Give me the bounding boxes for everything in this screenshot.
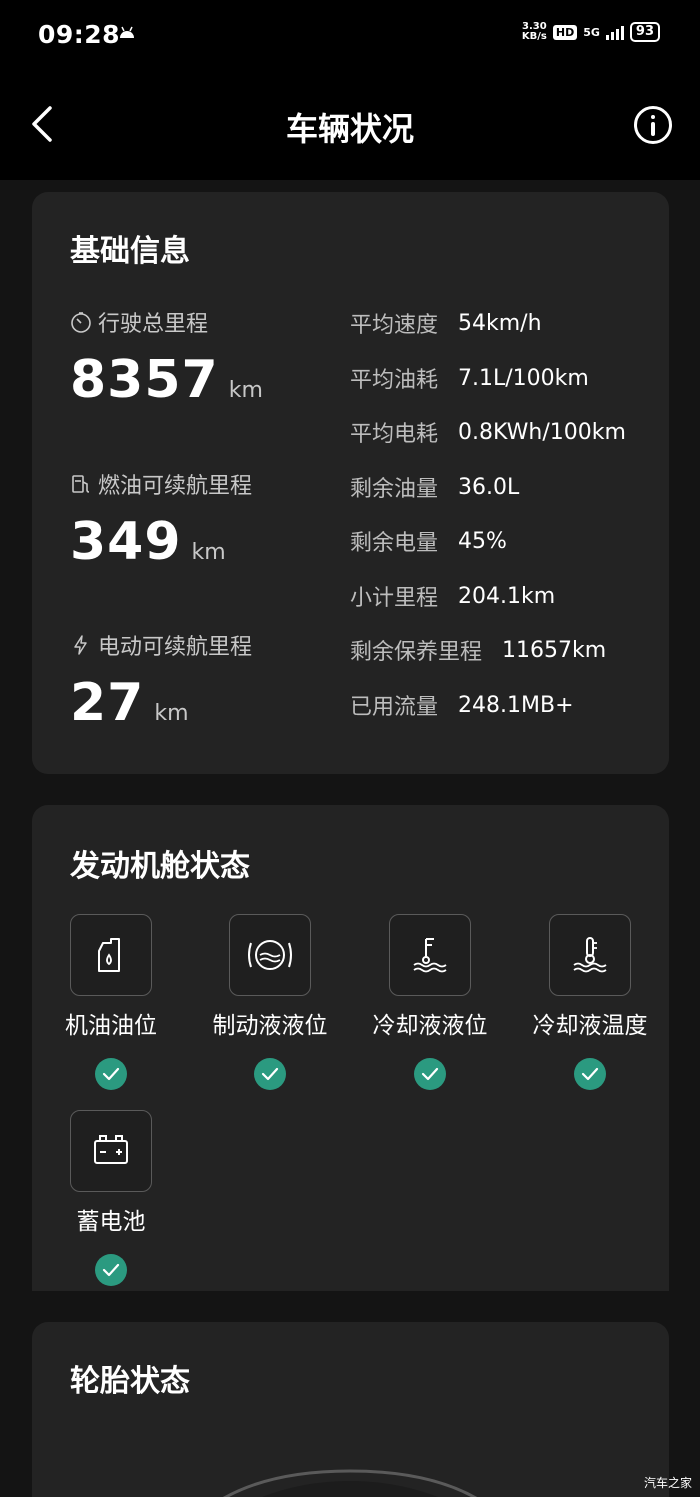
check-icon	[95, 1058, 127, 1090]
stat-row-maintenance: 剩余保养里程 11657km	[350, 634, 606, 666]
check-icon	[414, 1058, 446, 1090]
tire-status-card: 轮胎状态	[32, 1322, 669, 1497]
status-bar: 09:28 3.30 KB/s HD 5G 93	[0, 0, 700, 72]
stat-row-avg-speed: 平均速度 54km/h	[350, 307, 542, 339]
stat-label: 平均电耗	[350, 422, 439, 447]
engine-item-label: 机油油位	[65, 1013, 157, 1039]
stat-row-fuel-remaining: 剩余油量 36.0L	[350, 471, 519, 503]
total-mileage-number: 8357	[70, 350, 219, 410]
stat-row-avg-power: 平均电耗 0.8KWh/100km	[350, 416, 626, 448]
stat-row-avg-fuel: 平均油耗 7.1L/100km	[350, 362, 589, 394]
fuel-range-label: 燃油可续航里程	[70, 468, 252, 500]
battery-indicator: 93	[629, 22, 660, 42]
stat-label: 平均油耗	[350, 368, 439, 393]
fuel-range-value: 349 km	[70, 512, 226, 572]
fuel-range-unit: km	[191, 540, 226, 565]
stat-value: 204.1km	[458, 583, 556, 609]
engine-item-label: 冷却液温度	[532, 1013, 648, 1039]
check-icon	[574, 1058, 606, 1090]
coolant-level-icon	[413, 938, 447, 973]
engine-item-coolant-temp[interactable]: 冷却液温度	[520, 914, 660, 1090]
tire-status-title: 轮胎状态	[70, 1364, 190, 1399]
electric-range-unit: km	[154, 701, 189, 726]
stat-value: 248.1MB+	[458, 692, 574, 718]
stat-row-trip: 小计里程 204.1km	[350, 580, 555, 612]
engine-item-oil[interactable]: 机油油位	[41, 914, 181, 1090]
stat-value: 11657km	[502, 637, 607, 663]
stat-label: 小计里程	[350, 586, 439, 611]
stat-value: 45%	[458, 528, 507, 554]
electric-range-text: 电动可续航里程	[98, 635, 253, 660]
status-right-group: 3.30 KB/s HD 5G 93	[522, 22, 660, 42]
stat-label: 剩余电量	[350, 531, 439, 556]
net-speed-unit: KB/s	[521, 31, 547, 42]
hd-badge: HD	[552, 24, 578, 40]
net-speed: 3.30 KB/s	[522, 22, 547, 42]
engine-item-brake-fluid[interactable]: 制动液液位	[200, 914, 340, 1090]
brake-fluid-icon	[248, 940, 292, 970]
stat-value: 54km/h	[458, 310, 542, 336]
engine-status-title: 发动机舱状态	[70, 849, 250, 884]
engine-item-label: 制动液液位	[212, 1013, 328, 1039]
fuel-range-number: 349	[70, 512, 182, 572]
engine-item-coolant-level[interactable]: 冷却液液位	[360, 914, 500, 1090]
electric-range-label: 电动可续航里程	[70, 629, 252, 661]
fuel-range-text: 燃油可续航里程	[98, 474, 253, 499]
page-title: 车辆状况	[285, 110, 414, 148]
stat-row-data-used: 已用流量 248.1MB+	[350, 689, 574, 721]
check-icon	[95, 1254, 127, 1286]
total-mileage-label: 行驶总里程	[70, 306, 208, 338]
engine-item-label: 蓄电池	[76, 1209, 146, 1235]
battery-icon	[94, 1135, 128, 1164]
info-circle-icon[interactable]	[634, 106, 672, 144]
stat-label: 剩余油量	[350, 477, 439, 502]
fuel-pump-icon	[72, 475, 90, 493]
oil-can-icon	[98, 938, 120, 972]
total-mileage-value: 8357 km	[70, 350, 263, 410]
stat-row-battery-remaining: 剩余电量 45%	[350, 525, 507, 557]
android-notification-icon	[120, 26, 134, 38]
check-icon	[254, 1058, 286, 1090]
car-silhouette-icon	[222, 1469, 478, 1497]
signal-icon	[605, 24, 624, 40]
status-time: 09:28	[38, 20, 121, 49]
total-mileage-text: 行驶总里程	[98, 312, 209, 337]
coolant-temp-icon	[573, 937, 607, 973]
electric-range-value: 27 km	[70, 673, 189, 733]
stat-label: 已用流量	[350, 695, 439, 720]
stat-value: 7.1L/100km	[458, 365, 589, 391]
watermark: 汽车之家	[643, 1476, 692, 1490]
nav-bar: 车辆状况	[0, 72, 700, 180]
stat-value: 36.0L	[458, 474, 520, 500]
vehicle-status-page: 09:28 3.30 KB/s HD 5G 93 车辆状况 基础信息 行驶总里程…	[0, 0, 700, 1497]
timer-icon	[71, 312, 91, 333]
stat-label: 剩余保养里程	[350, 640, 483, 665]
engine-item-label: 冷却液液位	[372, 1013, 488, 1039]
engine-item-battery[interactable]: 蓄电池	[41, 1110, 181, 1286]
stat-value: 0.8KWh/100km	[458, 419, 626, 445]
network-type: 5G	[583, 25, 600, 39]
electric-range-number: 27	[70, 673, 145, 733]
total-mileage-unit: km	[228, 378, 263, 403]
stat-label: 平均速度	[350, 313, 439, 338]
basic-info-card: 基础信息 行驶总里程 8357 km 燃油可续航里程 349 km 电动可续航里…	[32, 192, 669, 774]
engine-status-card: 发动机舱状态 机油油位 制动液液位 冷却液液位 冷却液温度 蓄电池	[32, 805, 669, 1291]
lightning-icon	[74, 635, 87, 655]
basic-info-title: 基础信息	[70, 234, 190, 269]
